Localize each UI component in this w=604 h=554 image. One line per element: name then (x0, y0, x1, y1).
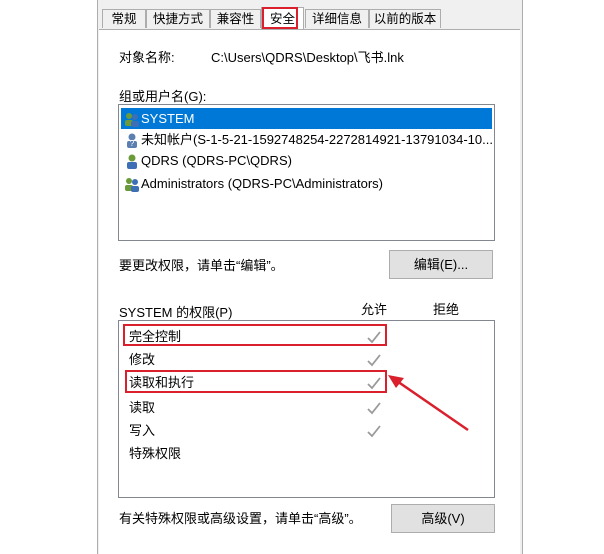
user-icon (127, 154, 137, 169)
permission-row: 特殊权限 (129, 444, 181, 464)
user-name: 未知帐户(S-1-5-21-1592748254-2272814921-1379… (141, 132, 493, 147)
permission-row: 写入 (129, 421, 155, 441)
user-name: SYSTEM (141, 111, 195, 126)
security-panel: 对象名称: C:\Users\QDRS\Desktop\飞书.lnk 组或用户名… (99, 29, 520, 554)
users-listbox[interactable]: SYSTEM ? 未知帐户(S-1-5-21-1592748254-227281… (118, 104, 495, 241)
change-permissions-hint: 要更改权限，请单击“编辑”。 (119, 258, 284, 273)
deny-column-header: 拒绝 (433, 302, 460, 317)
permission-name: 写入 (129, 423, 156, 438)
allow-checkmark-icon (367, 354, 381, 367)
advanced-button[interactable]: 高级(V) (391, 504, 495, 533)
advanced-hint: 有关特殊权限或高级设置，请单击“高级”。 (119, 511, 362, 526)
groups-label: 组或用户名(G): (119, 89, 207, 104)
object-name-value: C:\Users\QDRS\Desktop\飞书.lnk (211, 50, 404, 65)
allow-column-header: 允许 (361, 302, 388, 317)
read-execute-highlight (125, 370, 387, 393)
user-name: QDRS (QDRS-PC\QDRS) (141, 153, 292, 168)
full-control-highlight (123, 324, 387, 346)
tab-details[interactable]: 详细信息 (305, 9, 369, 28)
tab-strip: 常规 快捷方式 兼容性 安全 详细信息 以前的版本 (98, 7, 522, 29)
user-name: Administrators (QDRS-PC\Administrators) (141, 176, 383, 191)
allow-checkmark-icon (367, 402, 381, 415)
permission-name: 读取 (129, 400, 156, 415)
allow-checkmark-icon (367, 425, 381, 438)
list-item[interactable]: SYSTEM (121, 108, 492, 129)
permission-name: 特殊权限 (129, 446, 182, 461)
permission-name: 修改 (129, 352, 156, 367)
users-icon (125, 178, 139, 192)
tab-shortcut[interactable]: 快捷方式 (146, 9, 210, 28)
object-name-label: 对象名称: (119, 50, 175, 65)
permissions-label: SYSTEM 的权限(P) (119, 305, 233, 320)
tab-general[interactable]: 常规 (102, 9, 146, 28)
users-icon (125, 113, 139, 127)
permission-row: 修改 (129, 350, 155, 370)
tab-compatibility[interactable]: 兼容性 (210, 9, 261, 28)
tab-previous-versions[interactable]: 以前的版本 (369, 9, 441, 28)
security-tab-highlight (262, 7, 298, 29)
edit-button[interactable]: 编辑(E)... (389, 250, 493, 279)
properties-dialog: 常规 快捷方式 兼容性 安全 详细信息 以前的版本 对象名称: C:\Users… (97, 0, 523, 554)
unknown-user-icon: ? (127, 133, 137, 148)
svg-text:?: ? (130, 139, 135, 148)
permission-row: 读取 (129, 398, 155, 418)
red-arrow-icon (388, 375, 469, 432)
